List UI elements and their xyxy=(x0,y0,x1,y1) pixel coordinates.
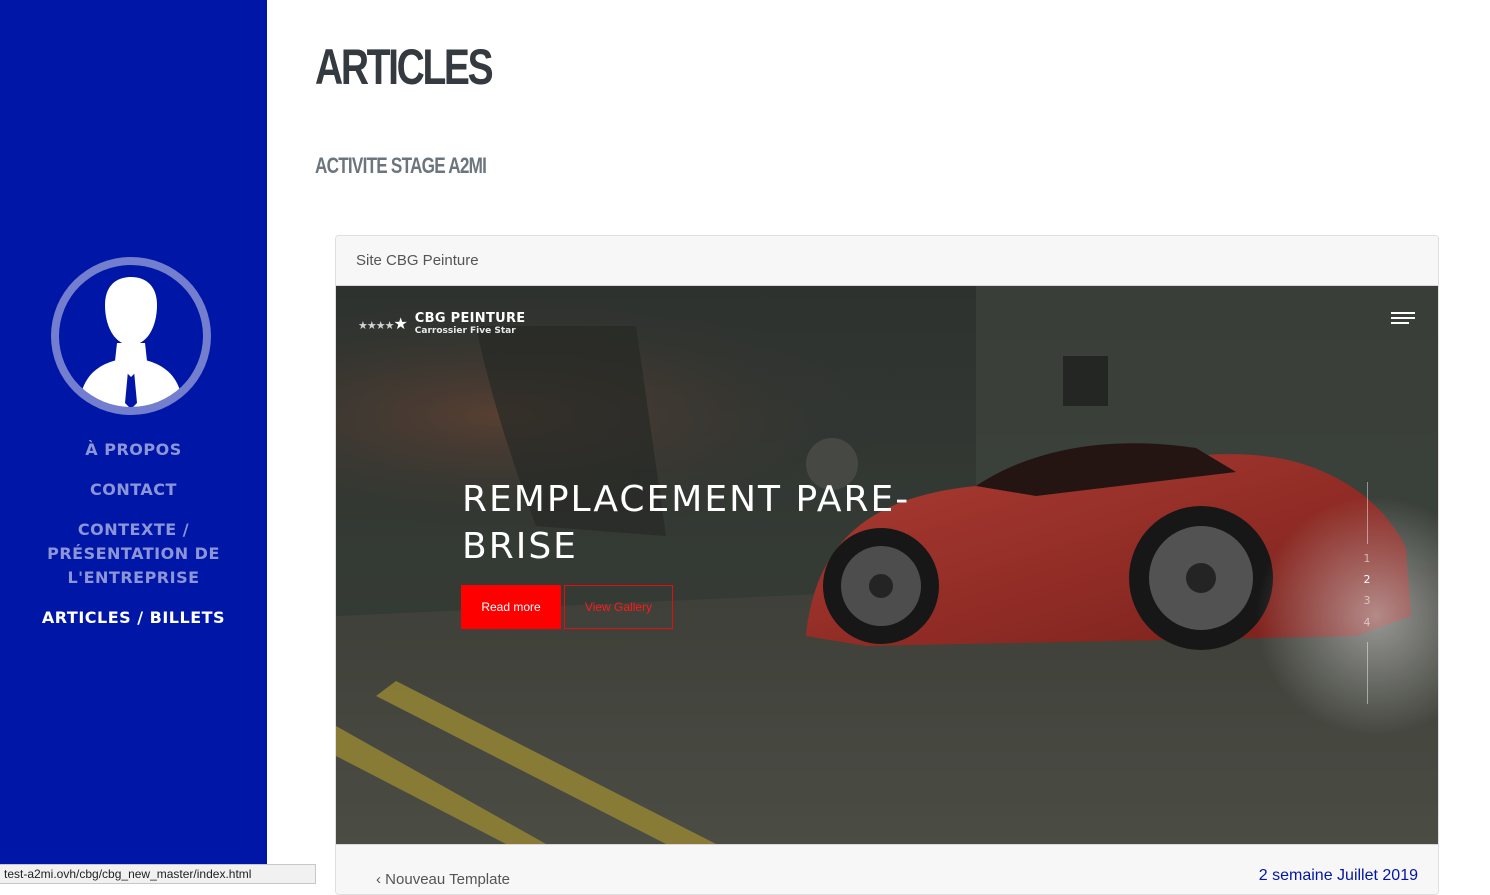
cbg-logo[interactable]: ★★★★★ CBG PEINTURE Carrossier Five Star xyxy=(358,312,525,336)
sidebar-nav: À propos Contact Contexte / Présentation… xyxy=(0,438,267,646)
nav-item-contact[interactable]: Contact xyxy=(0,478,267,502)
url-status-bar: test-a2mi.ovh/cbg/cbg_new_master/index.h… xyxy=(0,864,316,884)
article-date-link[interactable]: 2 semaine Juillet 2019 xyxy=(1259,867,1418,885)
card-footer: ‹ Nouveau Template 2 semaine Juillet 201… xyxy=(336,844,1438,894)
section-subtitle: Activite Stage A2MI xyxy=(315,153,487,178)
slide-dot-2[interactable]: 2 xyxy=(1362,573,1372,586)
card-header: Site CBG Peinture xyxy=(336,236,1438,286)
footer-left-text: ‹ Nouveau Template xyxy=(376,871,510,888)
page-title: Articles xyxy=(315,39,494,95)
slide-dot-3[interactable]: 3 xyxy=(1362,594,1372,607)
chevron-left-icon: ‹ xyxy=(376,871,386,888)
main-content: Articles Activite Stage A2MI Site CBG Pe… xyxy=(267,0,1490,895)
read-more-button[interactable]: Read more xyxy=(461,585,561,629)
article-card: Site CBG Peinture ★★★★★ CBG PEINTURE Car… xyxy=(335,235,1439,895)
view-gallery-button[interactable]: View Gallery xyxy=(564,585,673,629)
nav-item-about[interactable]: À propos xyxy=(0,438,267,462)
slider-pagination: 1 2 3 4 xyxy=(1352,482,1382,704)
logo-name: CBG PEINTURE xyxy=(414,311,526,326)
hamburger-menu-icon[interactable] xyxy=(1391,312,1415,328)
nav-item-articles[interactable]: Articles / Billets xyxy=(0,606,267,630)
slide-dot-4[interactable]: 4 xyxy=(1362,616,1372,629)
user-silhouette-icon xyxy=(79,277,183,407)
nav-item-context[interactable]: Contexte / Présentation de l'entreprise xyxy=(0,518,267,590)
site-preview-image[interactable]: ★★★★★ CBG PEINTURE Carrossier Five Star … xyxy=(336,286,1438,844)
sidebar: À propos Contact Contexte / Présentation… xyxy=(0,0,267,878)
logo-tagline: Carrossier Five Star xyxy=(414,326,516,336)
profile-avatar-icon xyxy=(51,257,211,415)
slide-dot-1[interactable]: 1 xyxy=(1362,552,1372,565)
star-rating-icon: ★★★★★ xyxy=(358,316,408,333)
hero-title: REMPLACEMENT PARE-BRISE xyxy=(462,479,911,567)
